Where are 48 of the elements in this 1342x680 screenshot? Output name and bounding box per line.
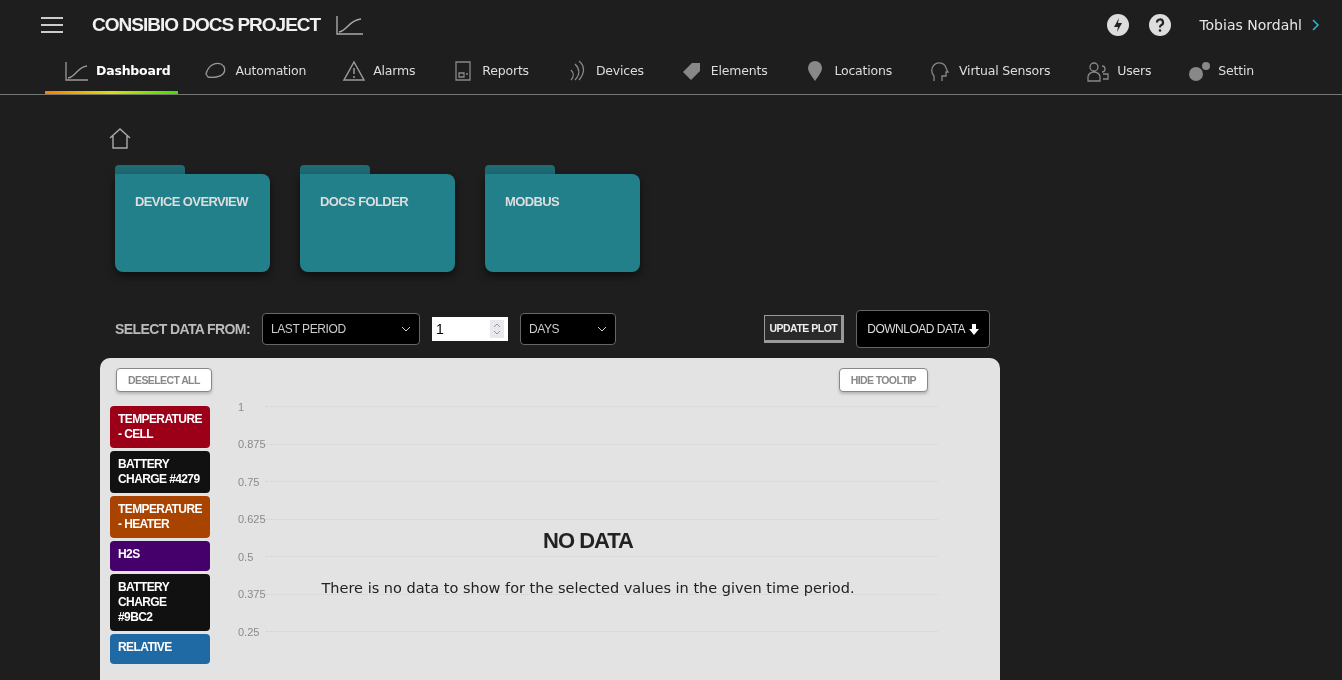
- caret-icon: [596, 326, 607, 332]
- nav-tab[interactable]: Virtual Sensors: [912, 50, 1065, 94]
- download-button[interactable]: DOWNLOAD DATA: [856, 310, 990, 348]
- spinner-icon[interactable]: [489, 320, 504, 338]
- no-data-message: There is no data to show for the selected values in the given time period.: [321, 580, 855, 596]
- axis-tick-label: 0.875: [238, 438, 266, 451]
- help-icon[interactable]: [1149, 14, 1172, 36]
- line-chart-icon[interactable]: [336, 15, 365, 35]
- number-field[interactable]: 1: [431, 317, 508, 341]
- project-title: CONSIBIO DOCS PROJECT: [92, 14, 321, 36]
- legend-item[interactable]: TEMPERATURE - HEATER: [110, 496, 210, 538]
- line-chart-icon: [65, 59, 89, 82]
- period-dropdown[interactable]: LAST PERIOD: [261, 313, 420, 345]
- nav-tab[interactable]: Reports: [435, 50, 543, 94]
- nav-tab[interactable]: Locations: [787, 50, 907, 94]
- home-icon[interactable]: [108, 127, 132, 149]
- legend-item[interactable]: TEMPERATURE - CELL: [110, 406, 210, 448]
- unit-dropdown[interactable]: DAYS: [519, 313, 616, 345]
- nav-tab[interactable]: Elements: [663, 50, 782, 94]
- nav-tab[interactable]: Devices: [548, 50, 658, 94]
- legend-item[interactable]: BATTERY CHARGE #9BC2: [110, 574, 210, 631]
- lightning-icon[interactable]: [1107, 14, 1130, 36]
- caret-icon: [400, 326, 411, 332]
- legend-item[interactable]: BATTERY CHARGE #4279: [110, 451, 210, 493]
- select-label: SELECT DATA FROM:: [115, 321, 250, 337]
- download-arrow-icon: [969, 323, 979, 335]
- nav-tab[interactable]: Dashboard: [45, 50, 179, 94]
- chevron-right-icon[interactable]: [1312, 19, 1320, 31]
- nav-tab[interactable]: Alarms: [326, 50, 430, 94]
- nav-tab[interactable]: Users: [1070, 50, 1166, 94]
- axis-tick-label: 0.75: [238, 475, 261, 488]
- user-menu[interactable]: Tobias Nordahl: [1199, 17, 1302, 33]
- axis-tick-label: 0.5: [238, 550, 255, 563]
- axis-tick-label: 0.25: [238, 625, 261, 638]
- menu-icon[interactable]: [40, 16, 64, 34]
- axis-tick-label: 0.375: [238, 588, 266, 601]
- legend-item[interactable]: RELATIVE: [110, 634, 210, 664]
- users-icon: [1086, 59, 1111, 82]
- hide-tooltip-button[interactable]: HIDE TOOLTIP: [838, 368, 928, 392]
- nav-tab[interactable]: Automation: [188, 50, 321, 94]
- no-data-title: NO DATA: [543, 528, 633, 554]
- axis-tick-label: 1: [238, 400, 246, 413]
- warning-icon: [342, 59, 367, 82]
- legend-item[interactable]: H2S: [110, 541, 210, 571]
- axis-tick-label: 0.625: [238, 513, 266, 526]
- update-plot-button[interactable]: UPDATE PLOT: [764, 315, 845, 343]
- nav-tab[interactable]: Settin: [1171, 50, 1268, 94]
- deselect-all-button[interactable]: DESELECT ALL: [116, 368, 212, 392]
